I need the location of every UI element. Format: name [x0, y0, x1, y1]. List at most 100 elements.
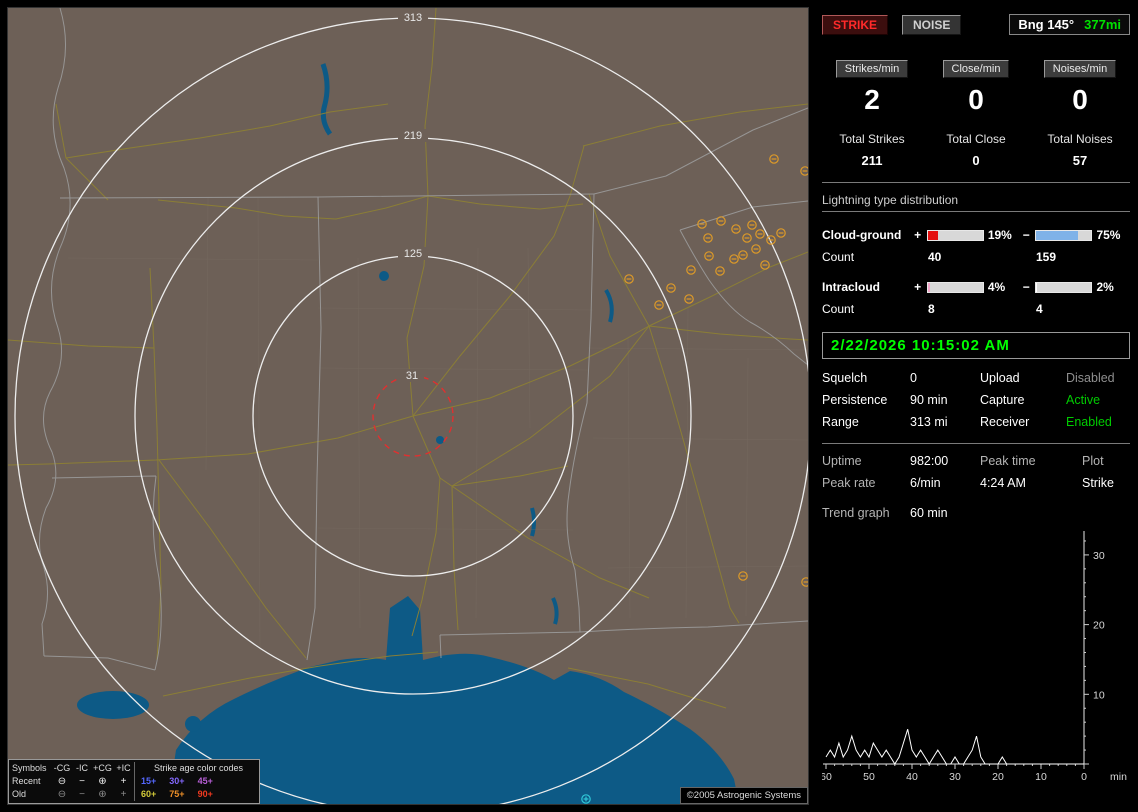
count-label: Count [822, 302, 855, 316]
svg-text:60: 60 [822, 771, 832, 783]
close-per-min-value: 0 [968, 84, 984, 115]
persistence-value: 90 min [910, 393, 948, 407]
svg-text:10: 10 [1093, 689, 1105, 701]
range-value: 313 mi [910, 415, 948, 429]
age-code-30: 30+ [169, 776, 185, 786]
squelch-value: 0 [910, 371, 917, 385]
strike-map-area[interactable]: 313 219 125 31 Symbols -CG -IC +CG +IC S… [7, 7, 809, 805]
trend-graph: 60 50 40 30 20 10 0 10 20 30 min [820, 528, 1130, 789]
age-code-90: 90+ [197, 789, 213, 799]
upload-label: Upload [980, 371, 1020, 385]
intracloud-positive-bar [926, 281, 984, 293]
plus-sign: + [914, 280, 922, 294]
cloud-ground-count-row: Count 40 159 [822, 246, 1130, 268]
neg-cg-strike-icon: ⊖ [57, 776, 67, 787]
pos-ic-old-strike-icon: + [120, 789, 127, 800]
map-svg[interactable]: 313 219 125 31 [8, 8, 808, 804]
cloud-ground-label: Cloud-ground [822, 228, 902, 242]
legend-age-header: Strike age color codes [134, 762, 256, 775]
total-strikes-label: Total Strikes [839, 132, 905, 146]
svg-text:30: 30 [1093, 550, 1105, 562]
intracloud-positive-count: 8 [928, 302, 935, 316]
svg-text:0: 0 [1081, 771, 1087, 783]
trend-graph-window: 60 min [910, 506, 948, 520]
trend-graph-header: Trend graph 60 min [822, 506, 1130, 520]
bar-fill [1036, 282, 1038, 292]
bearing-distance: 377mi [1084, 17, 1121, 32]
trend-graph-svg: 60 50 40 30 20 10 0 10 20 30 min [820, 531, 1127, 783]
legend-recent-label: Recent [12, 776, 41, 786]
noise-button[interactable]: NOISE [902, 14, 962, 35]
range-label: Range [822, 415, 859, 429]
range-ring-label-outer: 313 [404, 12, 422, 24]
svg-text:50: 50 [863, 771, 875, 783]
age-code-15: 15+ [141, 776, 157, 786]
bearing-box: Bng 145° 377mi [1009, 14, 1130, 35]
legend-col-neg-ic: -IC [76, 763, 88, 773]
legend-col-neg-cg: -CG [53, 763, 71, 773]
copyright-notice: ©2005 Astrogenic Systems [679, 787, 808, 804]
peak-time-label: Peak time [980, 454, 1036, 468]
lightning-monitor-window: 313 219 125 31 Symbols -CG -IC +CG +IC S… [0, 0, 1138, 812]
pos-cg-old-strike-icon: ⊕ [98, 789, 107, 800]
capture-status: Active [1066, 393, 1101, 407]
plot-value: Strike [1082, 476, 1114, 490]
pos-ic-strike-icon: + [120, 776, 127, 787]
cloud-ground-positive-bar [926, 229, 984, 241]
status-panel: STRIKE NOISE Bng 145° 377mi Strikes/min … [816, 0, 1138, 812]
peak-time-value: 4:24 AM [980, 476, 1026, 490]
intracloud-label: Intracloud [822, 280, 881, 294]
noises-per-min-chip[interactable]: Noises/min [1043, 60, 1117, 78]
cloud-ground-negative-pct: 75% [1096, 228, 1121, 242]
panel-header: STRIKE NOISE Bng 145° 377mi [822, 14, 1130, 35]
squelch-label: Squelch [822, 371, 868, 385]
close-per-min-chip[interactable]: Close/min [942, 60, 1010, 78]
intracloud-negative-bar [1035, 281, 1093, 293]
neg-ic-strike-icon: − [79, 776, 85, 787]
bar-fill [927, 230, 939, 240]
trend-graph-label: Trend graph [822, 506, 890, 520]
legend-symbols-header: Symbols [12, 763, 47, 773]
info-grid: Uptime 982:00 Peak time Plot Peak rate 6… [822, 454, 1130, 490]
close-rate-column: Close/min 0 Total Close 0 [926, 59, 1026, 168]
capture-label: Capture [980, 393, 1025, 407]
range-ring-label-third: 125 [404, 248, 422, 260]
receiver-status: Enabled [1066, 415, 1112, 429]
total-close-label: Total Close [946, 132, 1006, 146]
receiver-label: Receiver [980, 415, 1030, 429]
strike-button[interactable]: STRIKE [822, 14, 889, 35]
distribution-title: Lightning type distribution [822, 193, 1130, 212]
neg-ic-old-strike-icon: − [79, 789, 85, 800]
svg-text:min: min [1110, 771, 1127, 783]
noises-rate-column: Noises/min 0 Total Noises 57 [1030, 59, 1130, 168]
minus-sign: − [1022, 280, 1030, 294]
intracloud-positive-pct: 4% [987, 280, 1006, 294]
cloud-ground-row: Cloud-ground + 19% − 75% [822, 224, 1130, 246]
bearing-label: Bng 145° [1018, 17, 1075, 32]
bar-fill [1036, 230, 1078, 240]
peak-rate-value: 6/min [910, 476, 941, 490]
uptime-label: Uptime [822, 454, 862, 468]
rates-row: Strikes/min 2 Total Strikes 211 Close/mi… [822, 59, 1130, 168]
svg-text:30: 30 [949, 771, 961, 783]
svg-text:10: 10 [1035, 771, 1047, 783]
strikes-per-min-chip[interactable]: Strikes/min [835, 60, 909, 78]
upload-status: Disabled [1066, 371, 1115, 385]
intracloud-count-row: Count 8 4 [822, 298, 1130, 320]
age-code-45: 45+ [197, 776, 213, 786]
total-strikes-value: 211 [861, 153, 883, 168]
cloud-ground-positive-pct: 19% [987, 228, 1012, 242]
count-label: Count [822, 250, 855, 264]
plot-label: Plot [1082, 454, 1104, 468]
datetime-display: 2/22/2026 10:15:02 AM [822, 332, 1130, 359]
map-legend: Symbols -CG -IC +CG +IC Strike age color… [8, 759, 260, 804]
total-close-value: 0 [972, 153, 980, 168]
intracloud-negative-pct: 2% [1096, 280, 1114, 294]
age-code-75: 75+ [169, 789, 185, 799]
uptime-value: 982:00 [910, 454, 949, 468]
strikes-per-min-value: 2 [864, 84, 880, 115]
cloud-ground-negative-count: 159 [1036, 250, 1057, 264]
plus-sign: + [914, 228, 922, 242]
peak-rate-label: Peak rate [822, 476, 876, 490]
intracloud-row: Intracloud + 4% − 2% [822, 276, 1130, 298]
